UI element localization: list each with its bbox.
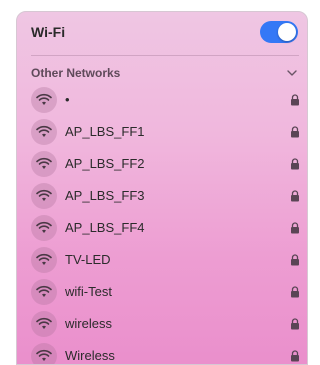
network-row[interactable]: AP_LBS_FF1 (17, 116, 307, 148)
wifi-icon (31, 119, 57, 145)
network-row[interactable]: Wireless (17, 340, 307, 364)
divider (31, 55, 299, 56)
other-networks-header[interactable]: Other Networks (17, 62, 307, 84)
network-row[interactable]: AP_LBS_FF4 (17, 212, 307, 244)
network-row[interactable]: AP_LBS_FF3 (17, 180, 307, 212)
toggle-knob (278, 23, 296, 41)
lock-icon (291, 158, 299, 170)
wifi-icon (31, 183, 57, 209)
network-name: TV-LED (65, 252, 111, 267)
network-row[interactable]: TV-LED (17, 244, 307, 276)
network-name: AP_LBS_FF4 (65, 220, 145, 235)
wifi-menu-panel: Wi-Fi Other Networks • AP_LBS_FF1 AP_LBS… (16, 11, 308, 365)
wifi-header: Wi-Fi (17, 12, 307, 54)
chevron-down-icon[interactable] (286, 68, 298, 78)
wifi-icon (31, 247, 57, 273)
lock-icon (291, 94, 299, 106)
wifi-icon (31, 311, 57, 337)
wifi-icon (31, 151, 57, 177)
lock-icon (291, 350, 299, 362)
wifi-icon (31, 343, 57, 364)
network-name: AP_LBS_FF1 (65, 124, 145, 139)
network-name: wifi-Test (65, 284, 112, 299)
network-row[interactable]: • (17, 84, 307, 116)
lock-icon (291, 222, 299, 234)
wifi-icon (31, 215, 57, 241)
network-name: Wireless (65, 348, 115, 363)
network-row[interactable]: wifi-Test (17, 276, 307, 308)
wifi-icon (31, 87, 57, 113)
network-name: AP_LBS_FF2 (65, 156, 145, 171)
wifi-title: Wi-Fi (31, 24, 66, 40)
wifi-toggle[interactable] (260, 21, 298, 43)
lock-icon (291, 190, 299, 202)
lock-icon (291, 318, 299, 330)
other-networks-label: Other Networks (31, 66, 121, 80)
lock-icon (291, 126, 299, 138)
network-name: AP_LBS_FF3 (65, 188, 145, 203)
network-name: wireless (65, 316, 112, 331)
wifi-icon (31, 279, 57, 305)
network-row[interactable]: AP_LBS_FF2 (17, 148, 307, 180)
network-row[interactable]: wireless (17, 308, 307, 340)
lock-icon (291, 254, 299, 266)
lock-icon (291, 286, 299, 298)
network-name: • (65, 92, 70, 107)
